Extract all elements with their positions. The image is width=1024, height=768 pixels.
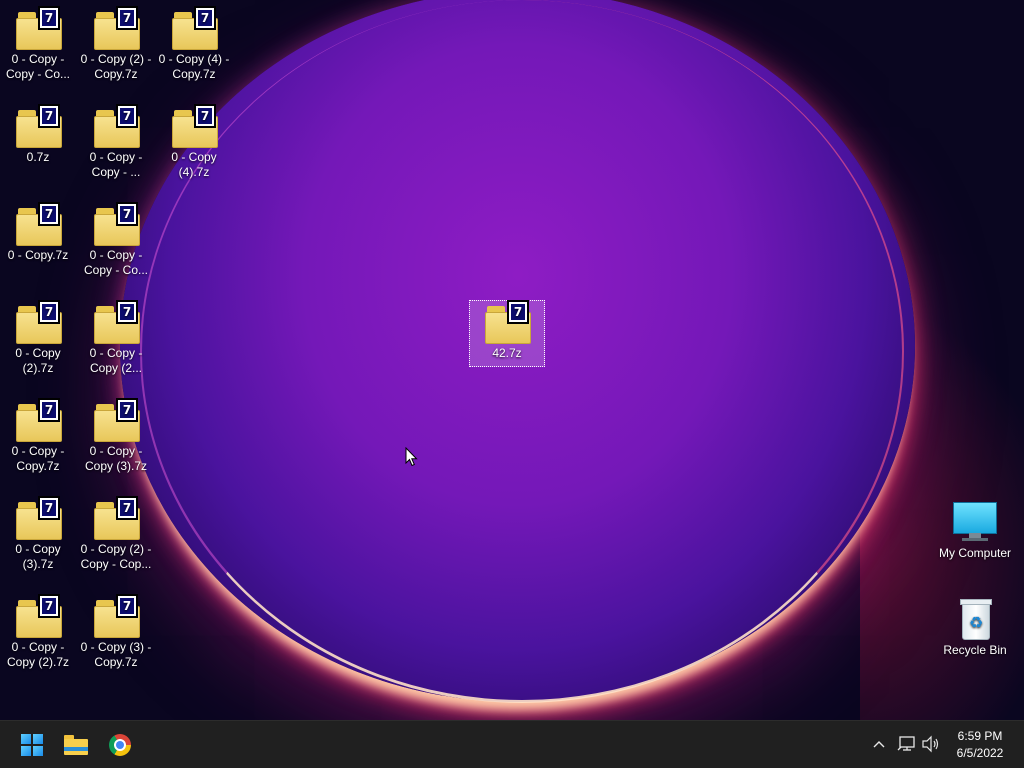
desktop-icon-selected-archive[interactable]: 7 42.7z xyxy=(469,300,545,367)
7z-archive-icon: 7 xyxy=(12,496,64,540)
show-hidden-icons-button[interactable] xyxy=(868,733,890,761)
desktop-icon-label: 0 - Copy - Copy (2... xyxy=(89,346,143,375)
desktop-icon-archive[interactable]: 7 0 - Copy - Copy.7z xyxy=(0,398,76,474)
desktop-icon-label: 0 - Copy - Copy - ... xyxy=(89,150,143,179)
folder-icon xyxy=(64,735,88,755)
desktop-icon-label: 0 - Copy - Copy - Co... xyxy=(83,248,149,277)
desktop-icon-archive[interactable]: 7 0 - Copy (2) - Copy.7z xyxy=(78,6,154,82)
file-explorer-button[interactable] xyxy=(56,725,96,765)
7z-archive-icon: 7 xyxy=(12,300,64,344)
volume-icon xyxy=(922,735,939,753)
7z-archive-icon: 7 xyxy=(12,594,64,638)
7z-archive-icon: 7 xyxy=(90,398,142,442)
7z-archive-icon: 7 xyxy=(12,6,64,50)
desktop-icon-label: 0 - Copy (3).7z xyxy=(15,542,61,571)
desktop-icon-archive[interactable]: 7 0 - Copy - Copy - ... xyxy=(78,104,154,180)
7z-archive-icon: 7 xyxy=(90,496,142,540)
desktop-icon-archive[interactable]: 7 0.7z xyxy=(0,104,76,165)
desktop-icon-label: 0 - Copy - Copy.7z xyxy=(11,444,65,473)
desktop-icon-label: Recycle Bin xyxy=(943,643,1007,657)
network-button[interactable] xyxy=(896,733,918,761)
7z-archive-icon: 7 xyxy=(168,6,220,50)
desktop-icon-my-computer[interactable]: My Computer xyxy=(936,500,1014,561)
chrome-icon xyxy=(109,734,131,756)
7z-archive-icon: 7 xyxy=(168,104,220,148)
desktop-icon-label: 0 - Copy (2).7z xyxy=(15,346,61,375)
clock-time: 6:59 PM xyxy=(957,729,1003,743)
desktop-icon-archive[interactable]: 7 0 - Copy (2).7z xyxy=(0,300,76,376)
desktop-icon-label: 0 - Copy (4).7z xyxy=(171,150,217,179)
7z-archive-icon: 7 xyxy=(12,202,64,246)
recycle-bin-icon: ♻ xyxy=(949,597,1001,641)
desktop-icon-label: 0 - Copy (4) - Copy.7z xyxy=(158,52,230,81)
taskbar-clock[interactable]: 6:59 PM 6/5/2022 xyxy=(944,728,1016,762)
desktop-icon-label: My Computer xyxy=(938,546,1012,560)
chevron-up-icon xyxy=(873,741,885,748)
desktop-icon-archive[interactable]: 7 0 - Copy (3).7z xyxy=(0,496,76,572)
desktop[interactable]: 7 0 - Copy - Copy - Co... 7 0.7z 7 0 - C… xyxy=(0,0,1024,720)
desktop-icon-label: 0 - Copy (2) - Copy - Cop... xyxy=(80,542,152,571)
7z-archive-icon: 7 xyxy=(12,398,64,442)
desktop-icon-label: 42.7z xyxy=(492,346,522,360)
desktop-icon-archive[interactable]: 7 0 - Copy.7z xyxy=(0,202,76,263)
desktop-icon-archive[interactable]: 7 0 - Copy (4) - Copy.7z xyxy=(156,6,232,82)
clock-date: 6/5/2022 xyxy=(956,746,1004,760)
7z-archive-icon: 7 xyxy=(481,300,533,344)
desktop-icon-label: 0 - Copy (2) - Copy.7z xyxy=(80,52,152,81)
start-button[interactable] xyxy=(12,725,52,765)
desktop-icon-label: 0 - Copy.7z xyxy=(7,248,69,262)
desktop-icon-label: 0 - Copy - Copy - Co... xyxy=(5,52,71,81)
7z-archive-icon: 7 xyxy=(90,300,142,344)
desktop-icon-archive[interactable]: 7 0 - Copy (3) - Copy.7z xyxy=(78,594,154,670)
mouse-cursor-icon xyxy=(405,447,418,467)
desktop-icon-label: 0 - Copy (3) - Copy.7z xyxy=(80,640,152,669)
desktop-icon-archive[interactable]: 7 0 - Copy (4).7z xyxy=(156,104,232,180)
7z-archive-icon: 7 xyxy=(90,202,142,246)
desktop-icon-archive[interactable]: 7 0 - Copy (2) - Copy - Cop... xyxy=(78,496,154,572)
7z-archive-icon: 7 xyxy=(90,594,142,638)
volume-button[interactable] xyxy=(920,733,942,761)
desktop-icon-label: 0 - Copy - Copy (3).7z xyxy=(84,444,148,473)
chrome-button[interactable] xyxy=(100,725,140,765)
desktop-icon-archive[interactable]: 7 0 - Copy - Copy (3).7z xyxy=(78,398,154,474)
taskbar: 6:59 PM 6/5/2022 xyxy=(0,720,1024,768)
7z-archive-icon: 7 xyxy=(90,6,142,50)
7z-archive-icon: 7 xyxy=(12,104,64,148)
desktop-icon-archive[interactable]: 7 0 - Copy - Copy - Co... xyxy=(78,202,154,278)
monitor-icon xyxy=(949,500,1001,544)
network-icon xyxy=(897,736,915,751)
desktop-icon-archive[interactable]: 7 0 - Copy - Copy (2).7z xyxy=(0,594,76,670)
7z-archive-icon: 7 xyxy=(90,104,142,148)
desktop-icon-label: 0.7z xyxy=(26,150,50,164)
desktop-icon-archive[interactable]: 7 0 - Copy - Copy - Co... xyxy=(0,6,76,82)
desktop-icon-recycle-bin[interactable]: ♻ Recycle Bin xyxy=(936,597,1014,658)
desktop-icon-archive[interactable]: 7 0 - Copy - Copy (2... xyxy=(78,300,154,376)
windows-logo-icon xyxy=(21,734,43,756)
desktop-icon-label: 0 - Copy - Copy (2).7z xyxy=(6,640,70,669)
